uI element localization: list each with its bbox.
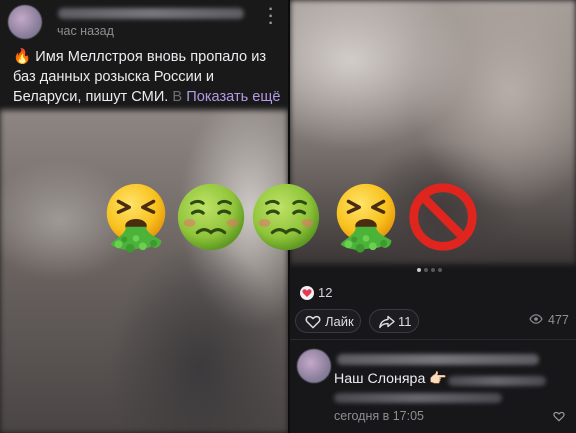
vertical-dots-icon[interactable]: · · · [266, 2, 276, 32]
comment-author-avatar[interactable] [297, 349, 331, 383]
comments-separator [290, 339, 576, 340]
post-image-blurred[interactable] [290, 0, 576, 264]
share-count: 11 [398, 314, 412, 329]
post-faded-text: В [168, 89, 183, 105]
comment-link-blurred[interactable] [334, 393, 502, 403]
post-time: час назад [57, 24, 114, 38]
right-post-panel: 12 Лайк 11 477 Наш Слоняра 👉🏻 сегодня в … [290, 0, 576, 433]
comment-link-blurred[interactable] [448, 376, 546, 386]
carousel-dot[interactable] [438, 268, 442, 272]
heart-outline-icon [305, 315, 321, 329]
comment-date: сегодня в 17:05 [334, 409, 424, 423]
post-header: час назад · · · [0, 0, 288, 44]
eye-icon [529, 314, 543, 324]
left-post-panel: час назад · · · 🔥 Имя Меллстроя вновь проп… [0, 0, 288, 433]
views-count: 477 [548, 313, 569, 327]
show-more-link[interactable]: Показать ещё [186, 89, 280, 105]
reaction-count: 12 [318, 285, 333, 300]
heart-outline-icon[interactable] [553, 411, 565, 422]
comment-author-blurred[interactable] [337, 354, 539, 365]
post-text: 🔥 Имя Меллстроя вновь пропало из баз дан… [13, 47, 285, 107]
like-label: Лайк [325, 314, 354, 329]
channel-name-blurred[interactable] [58, 8, 244, 19]
carousel-dot[interactable] [431, 268, 435, 272]
comment-text: Наш Слоняра 👉🏻 [334, 371, 447, 387]
post-image-blurred[interactable] [0, 110, 288, 433]
fire-emoji: 🔥 [13, 49, 32, 65]
share-button[interactable]: 11 [369, 309, 419, 333]
like-button[interactable]: Лайк [295, 309, 361, 333]
channel-avatar[interactable] [8, 5, 42, 39]
carousel-dot[interactable] [424, 268, 428, 272]
share-arrow-icon [379, 315, 395, 329]
carousel-dot-active[interactable] [417, 268, 421, 272]
heart-icon [300, 286, 314, 300]
